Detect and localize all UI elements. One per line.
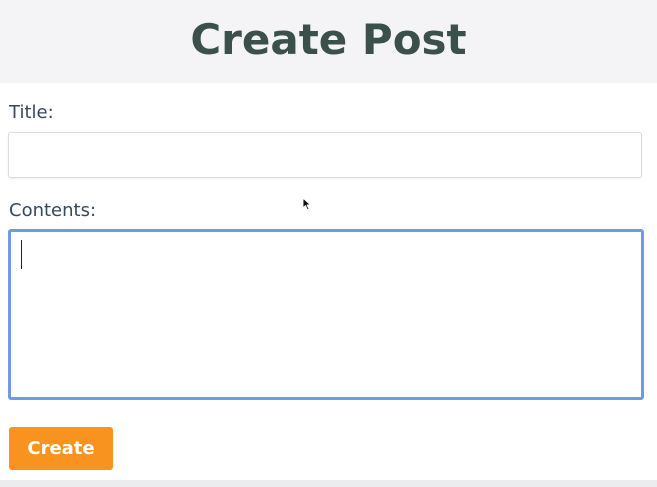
page-header: Create Post <box>0 0 657 83</box>
contents-textarea[interactable] <box>8 229 644 400</box>
mouse-pointer-icon <box>302 197 312 211</box>
title-input[interactable] <box>8 132 642 178</box>
bottom-divider <box>0 480 657 487</box>
contents-label: Contents: <box>9 200 97 221</box>
title-label: Title: <box>9 102 54 123</box>
text-caret <box>21 240 22 269</box>
page-title: Create Post <box>190 15 467 64</box>
create-button[interactable]: Create <box>9 427 113 470</box>
create-post-form: Title: Contents: Create <box>0 83 657 480</box>
